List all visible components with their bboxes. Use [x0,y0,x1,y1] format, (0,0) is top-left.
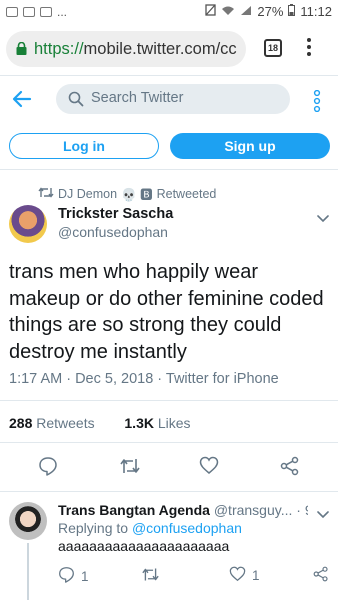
retweet-context: DJ Demon 💀 🅱 Retweeted [38,184,216,203]
tweet-text: trans men who happily wear makeup or do … [9,261,324,363]
divider [0,400,338,401]
mail-icon [23,7,35,17]
chevron-down-icon[interactable] [317,210,329,228]
search-icon [68,91,84,112]
reply-icon[interactable] [38,456,58,481]
tab-switcher-button[interactable]: 18 [264,39,282,57]
lock-icon [16,41,27,55]
browser-toolbar: https://mobile.twitter.com/cc 18 [0,24,338,74]
reply-retweet-action[interactable] [141,566,160,586]
reply-author-handle[interactable]: @transguy... [214,502,293,518]
author-name[interactable]: Trickster Sascha [58,206,173,222]
game-icon [40,7,52,17]
divider [0,491,338,492]
more-options-icon[interactable] [313,89,321,117]
signal-icon [240,4,252,19]
login-button[interactable]: Log in [9,133,159,159]
reply-header: Trans Bangtan Agenda @transguy... · 9h [58,502,308,518]
url-text[interactable]: https://mobile.twitter.com/cc [34,40,242,59]
retweeter-name[interactable]: DJ Demon [58,187,117,201]
back-arrow-icon[interactable] [12,90,32,108]
url-scheme: https:// [34,40,84,58]
reply-reply-count: 1 [81,568,89,584]
signup-button[interactable]: Sign up [170,133,330,159]
url-host: mobile.twitter.com/cc [83,40,237,58]
notification-icons: ... [6,5,67,19]
share-icon [313,566,329,585]
retweets-stat[interactable]: 288 Retweets [9,415,95,431]
reply-text: aaaaaaaaaaaaaaaaaaaaaa [58,538,230,554]
retweet-icon [141,566,160,586]
reply-dot: · [296,502,301,518]
reply-reply-action[interactable]: 1 [58,566,89,586]
reply-author-name[interactable]: Trans Bangtan Agenda [58,502,210,518]
battery-percent: 27% [257,4,284,19]
clock: 11:12 [300,4,332,19]
thread-line [27,543,29,600]
search-input[interactable]: Search Twitter [56,84,290,114]
divider [0,442,338,443]
twitter-header: Search Twitter Log in Sign up [0,75,338,170]
reply-like-count: 1 [252,568,260,583]
system-icons: 27% 11:12 [205,4,332,19]
replying-to: Replying to @confusedophan [58,520,242,536]
retweet-icon [38,186,54,201]
likes-count: 1.3K [124,415,154,431]
likes-stat[interactable]: 1.3K Likes [124,415,190,431]
reply-avatar[interactable] [9,502,47,540]
like-icon [229,566,246,585]
wifi-icon [221,4,235,19]
replying-to-link[interactable]: @confusedophan [132,520,242,536]
tweet-stats: 288 Retweets 1.3K Likes [9,415,191,431]
reply-icon [58,566,75,586]
replying-prefix: Replying to [58,520,129,536]
more-notifications: ... [57,5,68,19]
author-avatar[interactable] [9,205,47,243]
search-placeholder: Search Twitter [91,90,184,106]
retweeter-emojis: 💀 🅱 [121,188,153,202]
mute-icon [205,4,217,19]
battery-icon [288,4,296,19]
browser-menu-icon[interactable] [306,38,312,60]
address-bar[interactable]: https://mobile.twitter.com/cc [6,31,246,67]
reply-share-action[interactable] [313,566,329,585]
status-bar: ... 27% 11:12 [0,0,338,24]
likes-label: Likes [157,415,191,431]
retweet-icon[interactable] [119,456,141,481]
chevron-down-icon[interactable] [317,506,329,524]
author-handle[interactable]: @confusedophan [58,224,168,240]
retweets-label: Retweets [36,415,95,431]
retweeted-label: Retweeted [156,186,217,201]
share-icon[interactable] [280,456,300,481]
reply-like-action[interactable]: 1 [229,566,260,585]
like-icon[interactable] [199,456,219,480]
retweets-count: 288 [9,415,33,431]
gallery-icon [6,7,18,17]
reply-time[interactable]: 9h [305,502,308,518]
tweet-timestamp[interactable]: 1:17 AM · Dec 5, 2018 · Twitter for iPho… [9,371,279,387]
